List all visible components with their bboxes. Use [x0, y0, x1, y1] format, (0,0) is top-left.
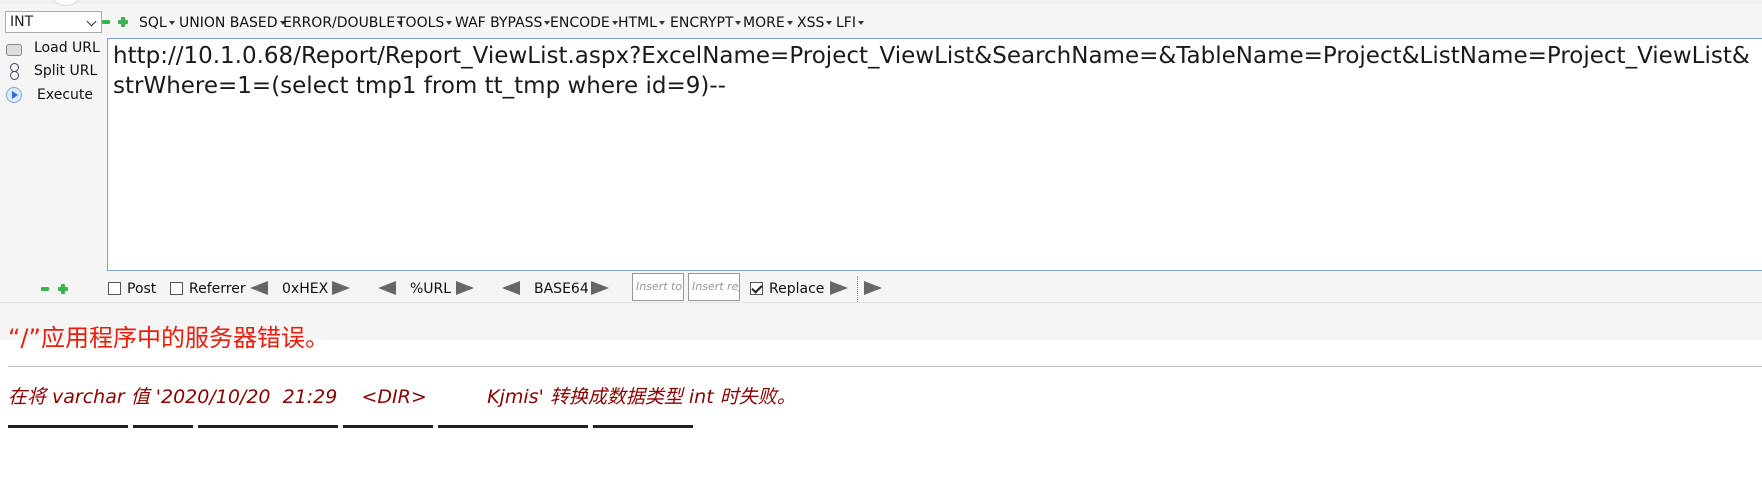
top-strip	[0, 0, 1762, 6]
execute-button[interactable]: Execute	[0, 85, 106, 107]
base64-decode-arrow-icon[interactable]	[502, 281, 520, 295]
cutoff-text-line	[8, 425, 698, 431]
post-label: Post	[127, 281, 157, 297]
url-label: %URL	[410, 281, 452, 297]
menu-label: TOOLS	[397, 15, 445, 31]
hackbar-panel: INT SQL UNION BASED ERROR/DOUBLE TOOLS W…	[0, 0, 1762, 340]
load-url-button[interactable]: Load URL	[0, 38, 106, 60]
replace-apply-arrow-icon[interactable]	[830, 281, 848, 295]
panel-divider	[0, 302, 1762, 303]
caret-down-icon	[826, 21, 833, 25]
url-decode-arrow-icon[interactable]	[378, 281, 396, 295]
menu-label: MORE	[743, 15, 785, 31]
menu-more[interactable]: MORE	[743, 15, 793, 31]
decrease-icon[interactable]	[102, 20, 110, 24]
caret-down-icon	[658, 21, 665, 25]
insert-replace-input[interactable]: Insert rep	[688, 273, 740, 301]
error-message: 在将 varchar 值 '2020/10/20 21:29 <DIR> Kjm…	[8, 386, 796, 408]
load-url-label: Load URL	[34, 40, 100, 56]
menu-label: WAF BYPASS	[455, 15, 543, 31]
caret-down-icon	[611, 21, 618, 25]
chevron-down-icon	[86, 16, 97, 27]
menu-encrypt[interactable]: ENCRYPT	[670, 15, 742, 31]
menu-lfi[interactable]: LFI	[836, 15, 864, 31]
replace-checkbox[interactable]: Replace	[750, 280, 824, 298]
referrer-label: Referrer	[189, 281, 246, 297]
toolbar-divider	[857, 276, 858, 302]
hex-encode-arrow-icon[interactable]	[332, 281, 350, 295]
hex-decode-arrow-icon[interactable]	[250, 281, 268, 295]
hex-label: 0xHEX	[282, 281, 329, 297]
menu-label: XSS	[797, 15, 825, 31]
horizontal-rule	[8, 366, 1762, 367]
menu-label: LFI	[836, 15, 856, 31]
referrer-checkbox[interactable]: Referrer	[170, 280, 246, 298]
tab-edge	[52, 0, 80, 6]
menu-xss[interactable]: XSS	[797, 15, 833, 31]
decrease-icon[interactable]	[41, 287, 49, 291]
load-url-icon	[6, 44, 22, 56]
execute-label: Execute	[37, 87, 93, 103]
menu-label: SQL	[139, 15, 167, 31]
base64-label: BASE64	[534, 281, 589, 297]
caret-down-icon	[786, 21, 793, 25]
menu-encode[interactable]: ENCODE	[550, 15, 618, 31]
post-checkbox-box[interactable]	[108, 282, 121, 295]
url-textarea[interactable]: http://10.1.0.68/Report/Report_ViewList.…	[107, 38, 1762, 271]
play-icon	[6, 87, 22, 103]
caret-down-icon	[446, 21, 453, 25]
caret-down-icon	[168, 21, 175, 25]
type-select[interactable]: INT	[5, 11, 102, 33]
referrer-checkbox-box[interactable]	[170, 282, 183, 295]
caret-down-icon	[735, 21, 742, 25]
menu-html[interactable]: HTML	[618, 15, 665, 31]
post-checkbox[interactable]: Post	[108, 280, 156, 298]
menu-union-based[interactable]: UNION BASED	[179, 15, 286, 31]
replace-label: Replace	[769, 281, 825, 297]
insert-to-input[interactable]: Insert to r	[632, 273, 684, 301]
increase-icon[interactable]	[58, 284, 68, 294]
menu-waf-bypass[interactable]: WAF BYPASS	[455, 15, 551, 31]
menu-sql[interactable]: SQL	[139, 15, 175, 31]
replace-all-arrow-icon[interactable]	[864, 281, 882, 295]
type-select-value: INT	[10, 14, 34, 30]
increase-icon[interactable]	[118, 17, 128, 27]
menu-label: UNION BASED	[179, 15, 278, 31]
menu-label: ENCODE	[550, 15, 610, 31]
scissors-icon	[9, 63, 19, 80]
url-encode-arrow-icon[interactable]	[456, 281, 474, 295]
menu-label: HTML	[618, 15, 657, 31]
split-url-label: Split URL	[34, 63, 98, 79]
menu-tools[interactable]: TOOLS	[397, 15, 453, 31]
error-title: “/”应用程序中的服务器错误。	[8, 324, 329, 352]
base64-encode-arrow-icon[interactable]	[591, 281, 609, 295]
split-url-button[interactable]: Split URL	[0, 61, 106, 83]
menu-error-double[interactable]: ERROR/DOUBLE	[283, 15, 404, 31]
replace-checkbox-box[interactable]	[750, 282, 763, 295]
menu-label: ERROR/DOUBLE	[283, 15, 396, 31]
menu-label: ENCRYPT	[670, 15, 734, 31]
caret-down-icon	[857, 21, 864, 25]
